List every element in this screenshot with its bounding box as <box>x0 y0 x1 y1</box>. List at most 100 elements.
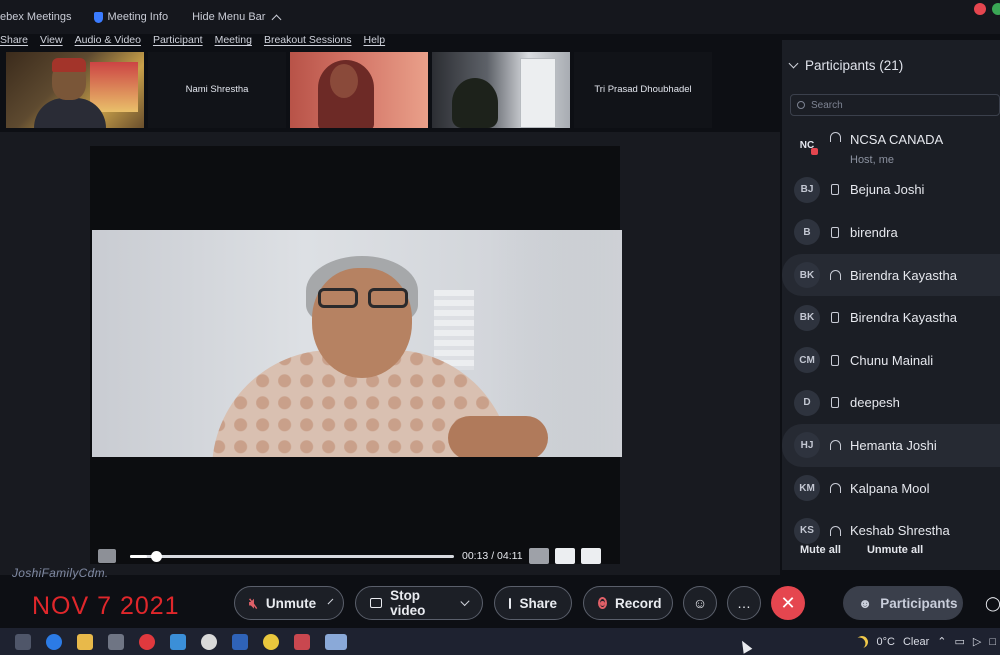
chevron-down-icon[interactable] <box>788 58 799 69</box>
seek-bar[interactable] <box>130 550 454 562</box>
record-icon <box>598 597 607 609</box>
participant-name: Keshab Shrestha <box>850 523 950 539</box>
record-button[interactable]: Record <box>583 586 673 620</box>
close-window-icon[interactable] <box>974 3 986 15</box>
mute-all-button[interactable]: Mute all <box>800 544 841 556</box>
participant-name: Hemanta Joshi <box>850 437 937 453</box>
participants-header[interactable]: Participants (21) <box>788 58 904 73</box>
speaker-face <box>312 268 412 378</box>
volume-tray-icon[interactable]: ▷ <box>973 635 981 648</box>
app-icon[interactable] <box>139 633 155 650</box>
menu-meeting[interactable]: Meeting <box>215 34 252 52</box>
unmute-all-button[interactable]: Unmute all <box>867 544 923 556</box>
chrome-icon[interactable] <box>201 633 217 650</box>
system-tray: 0°C Clear ⌃ ▭ ▷ □ <box>856 628 1000 655</box>
chevron-down-icon[interactable] <box>327 598 334 604</box>
hide-menu-bar-label: Hide Menu Bar <box>192 11 266 23</box>
title-bar: ebex Meetings Meeting Info Hide Menu Bar <box>0 0 1000 34</box>
file-explorer-icon[interactable] <box>77 633 93 650</box>
webex-icon[interactable] <box>325 633 347 650</box>
meeting-info-button[interactable]: Meeting Info <box>93 11 168 23</box>
headset-icon <box>829 440 841 451</box>
reactions-button[interactable]: ☺ <box>683 586 717 620</box>
participant-row[interactable]: NC NCSA CANADA Host, me <box>782 126 1000 169</box>
network-icon[interactable]: ▭ <box>954 635 964 648</box>
mail-icon[interactable] <box>170 633 186 650</box>
participant-row[interactable]: KM Kalpana Mool <box>782 467 1000 510</box>
leave-meeting-button[interactable]: ✕ <box>771 586 805 620</box>
fullscreen-icon[interactable] <box>580 548 601 564</box>
phone-icon <box>828 226 842 238</box>
time-separator: / <box>488 550 498 562</box>
participants-title: Participants (21) <box>805 58 904 73</box>
menu-share[interactable]: Share <box>0 34 28 52</box>
store-icon[interactable] <box>108 633 124 650</box>
chevron-up-icon[interactable]: ⌃ <box>937 635 946 648</box>
video-thumbnail[interactable] <box>6 52 144 128</box>
hide-menu-bar-button[interactable]: Hide Menu Bar <box>192 11 282 24</box>
maximize-window-icon[interactable] <box>992 3 1000 15</box>
speaker-glasses <box>318 288 414 310</box>
video-thumbnail[interactable] <box>290 52 428 128</box>
participant-row[interactable]: Bbirendra <box>782 211 1000 254</box>
stop-video-button[interactable]: Stop video <box>355 586 483 620</box>
video-thumbnail[interactable]: Nami Shrestha <box>148 52 286 128</box>
participant-row[interactable]: HJ Hemanta Joshi <box>782 424 1000 467</box>
language-icon[interactable]: □ <box>989 636 996 648</box>
task-view-icon[interactable] <box>15 633 31 650</box>
more-options-button[interactable]: … <box>727 586 761 620</box>
participant-list: NC NCSA CANADA Host, me BJ Bejuna Joshi Bbire… <box>782 126 1000 552</box>
menu-participant[interactable]: Participant <box>153 34 203 52</box>
powerpoint-icon[interactable] <box>294 633 310 650</box>
menu-help[interactable]: Help <box>364 34 386 52</box>
menu-breakout-sessions[interactable]: Breakout Sessions <box>264 34 352 52</box>
background-poster <box>90 62 138 112</box>
menu-audio-video[interactable]: Audio & Video <box>75 34 141 52</box>
headset-icon <box>829 132 841 142</box>
stop-video-label: Stop video <box>390 588 426 618</box>
current-time: 00:13 <box>462 550 489 562</box>
volume-icon[interactable] <box>528 548 549 564</box>
participants-panel: Participants (21) NC NCSA CANADA Host, me B… <box>782 40 1000 570</box>
playback-time: 00:13 / 04:11 <box>462 550 523 562</box>
participant-row[interactable]: Ddeepesh <box>782 382 1000 425</box>
search-input[interactable] <box>811 99 981 111</box>
weather-moon-icon <box>854 633 870 649</box>
chevron-up-icon <box>272 14 282 24</box>
video-thumbnail[interactable]: Tri Prasad Dhoubhadel <box>574 52 712 128</box>
seek-handle[interactable] <box>150 550 162 562</box>
panel-footer: Mute all Unmute all <box>800 544 923 556</box>
edge-browser-icon[interactable] <box>46 633 62 650</box>
chat-icon[interactable]: ◯ <box>980 586 1000 620</box>
participant-row[interactable]: BK Birendra Kayastha <box>782 296 1000 339</box>
menu-view[interactable]: View <box>40 34 63 52</box>
avatar: BK <box>794 304 820 331</box>
smiley-icon: ☺ <box>692 595 708 611</box>
thumbnail-name: Nami Shrestha <box>185 84 249 95</box>
participants-button[interactable]: ☻ Participants <box>843 586 963 620</box>
thumbnail-name: Tri Prasad Dhoubhadel <box>594 84 692 95</box>
share-button[interactable]: Share <box>494 586 572 620</box>
play-icon[interactable] <box>98 549 116 563</box>
participant-row[interactable]: CM Chunu Mainali <box>782 339 1000 382</box>
phone-icon <box>831 354 839 366</box>
headset-icon <box>829 483 841 494</box>
video-thumbnail[interactable] <box>432 52 570 128</box>
participant-row[interactable]: BK Birendra Kayastha <box>782 253 1000 297</box>
participant-name: deepesh <box>850 395 900 411</box>
host-badge-icon <box>811 148 818 155</box>
participant-row[interactable]: BJ Bejuna Joshi <box>782 169 1000 212</box>
settings-icon[interactable] <box>554 548 575 564</box>
participant-name: Birendra Kayastha <box>850 310 957 326</box>
app-icon[interactable] <box>263 633 279 650</box>
avatar: BJ <box>794 176 820 203</box>
shared-video[interactable] <box>92 230 622 457</box>
app-name: ebex Meetings <box>0 11 72 23</box>
phone-icon <box>828 354 842 366</box>
unmute-button[interactable]: 🔇︎ Unmute <box>234 586 344 620</box>
chevron-down-icon[interactable] <box>460 596 470 606</box>
close-icon: ✕ <box>780 592 796 613</box>
phone-icon <box>828 184 842 196</box>
word-icon[interactable] <box>232 633 248 650</box>
participant-search[interactable] <box>790 94 1000 116</box>
